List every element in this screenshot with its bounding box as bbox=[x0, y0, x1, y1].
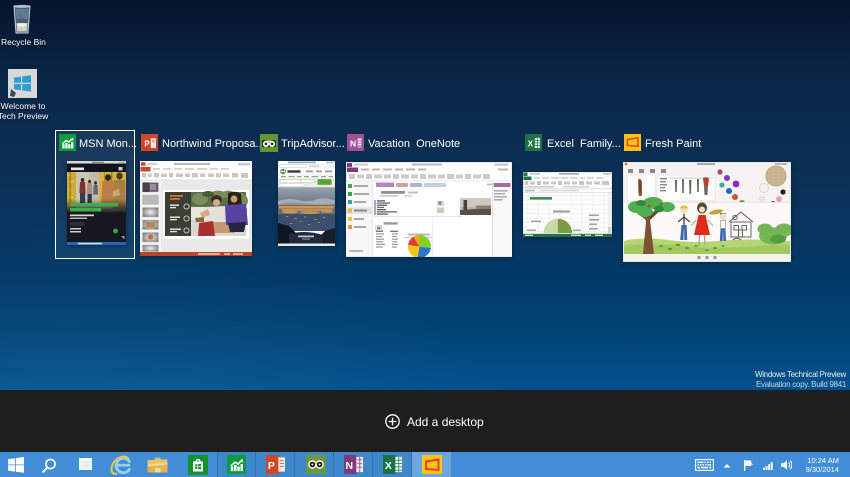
svg-text:X: X bbox=[528, 138, 534, 148]
svg-text:N: N bbox=[345, 461, 353, 472]
svg-text:P: P bbox=[144, 139, 150, 148]
svg-text:X: X bbox=[385, 461, 392, 472]
svg-text:N: N bbox=[350, 138, 356, 148]
svg-text:P: P bbox=[268, 461, 275, 472]
